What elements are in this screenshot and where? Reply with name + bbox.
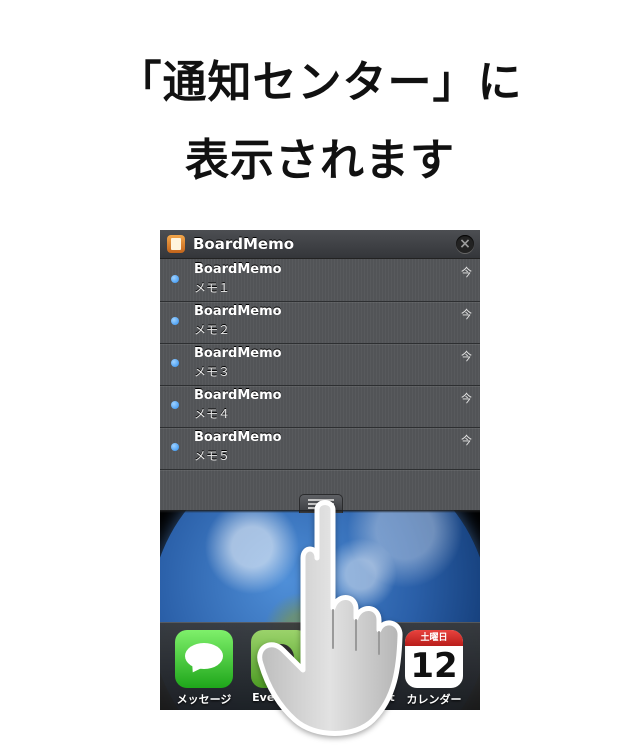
notification-body: メモ３ bbox=[194, 365, 231, 379]
calendar-icon: 土曜日 12 bbox=[405, 630, 463, 688]
unread-dot-icon bbox=[171, 443, 179, 451]
notification-body: メモ１ bbox=[194, 281, 231, 295]
notification-title: BoardMemo bbox=[194, 304, 282, 319]
notification-body: メモ２ bbox=[194, 323, 231, 337]
notification-title: BoardMemo bbox=[194, 430, 282, 445]
notification-title: BoardMemo bbox=[194, 346, 282, 361]
notification-title: BoardMemo bbox=[194, 388, 282, 403]
notification-group-header: BoardMemo × bbox=[160, 230, 480, 259]
calendar-weekday: 土曜日 bbox=[405, 630, 463, 646]
unread-dot-icon bbox=[171, 401, 179, 409]
notification-body: メモ４ bbox=[194, 407, 231, 421]
calendar-day: 12 bbox=[410, 646, 458, 686]
notification-body: メモ５ bbox=[194, 449, 231, 463]
notification-group-title: BoardMemo bbox=[193, 235, 295, 253]
notification-center: BoardMemo × BoardMemo メモ１ 今 BoardMemo メモ… bbox=[160, 230, 480, 513]
close-icon[interactable]: × bbox=[456, 235, 474, 253]
unread-dot-icon bbox=[171, 359, 179, 367]
notification-time: 今 bbox=[461, 266, 472, 279]
notification-time: 今 bbox=[461, 308, 472, 321]
unread-dot-icon bbox=[171, 275, 179, 283]
notification-title: BoardMemo bbox=[194, 262, 282, 277]
unread-dot-icon bbox=[171, 317, 179, 325]
notification-item[interactable]: BoardMemo メモ５ 今 bbox=[160, 427, 480, 470]
dock-app-calendar[interactable]: 土曜日 12 カレンダー bbox=[404, 630, 464, 707]
notification-item[interactable]: BoardMemo メモ４ 今 bbox=[160, 385, 480, 428]
notification-time: 今 bbox=[461, 434, 472, 447]
notification-time: 今 bbox=[461, 392, 472, 405]
messages-icon bbox=[175, 630, 233, 688]
pointing-hand-icon bbox=[257, 500, 403, 736]
headline-line-2: 表示されます bbox=[185, 135, 455, 186]
notification-time: 今 bbox=[461, 350, 472, 363]
notification-item[interactable]: BoardMemo メモ２ 今 bbox=[160, 301, 480, 344]
notification-item[interactable]: BoardMemo メモ１ 今 bbox=[160, 259, 480, 302]
boardmemo-app-icon bbox=[167, 235, 185, 253]
dock-app-messages[interactable]: メッセージ bbox=[174, 630, 234, 707]
headline-line-1: 「通知センター」に bbox=[117, 57, 523, 108]
dock-app-label: カレンダー bbox=[406, 693, 462, 706]
dock-app-label: メッセージ bbox=[176, 693, 232, 706]
notification-item[interactable]: BoardMemo メモ３ 今 bbox=[160, 343, 480, 386]
